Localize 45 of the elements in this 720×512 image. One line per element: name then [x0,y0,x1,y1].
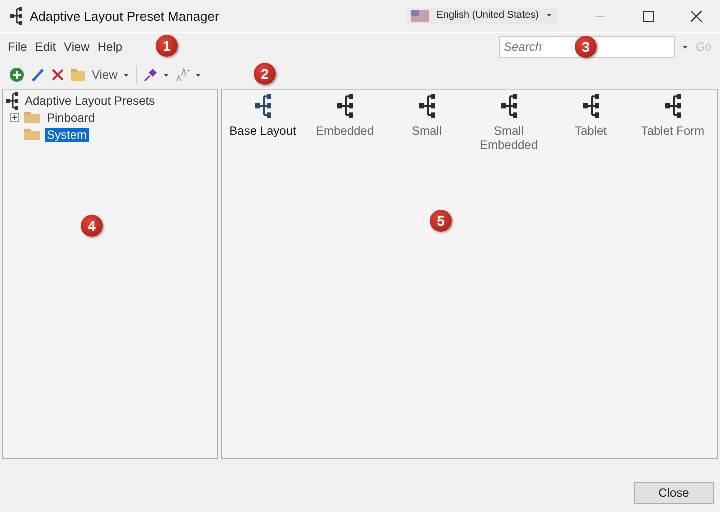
callout-badge: 1 [156,35,178,57]
caret-icon [683,46,688,48]
preset-item[interactable]: Tablet [553,124,629,138]
layout-icon [583,94,599,118]
font-dropdown-button[interactable] [176,68,201,82]
tree-icon [6,92,18,110]
preset-item[interactable]: Small Embedded [471,124,547,152]
menu-item[interactable]: Edit [31,38,60,56]
preset-item[interactable]: Tablet Form [635,124,711,138]
pencil-icon[interactable] [31,68,45,82]
flag-icon [410,10,429,22]
maximize-icon [642,10,654,22]
layout-icon [501,94,517,118]
menu-item[interactable]: Help [94,38,127,56]
menu-item[interactable]: View [60,38,94,56]
tree-item[interactable]: System [45,128,90,142]
layout-icon [665,94,681,118]
language-selector[interactable]: English (United States) [406,8,558,24]
caret-icon [547,14,552,17]
close-icon [690,10,702,22]
view-menu-button[interactable]: View [92,68,129,82]
add-icon[interactable] [10,68,24,82]
caret-icon [164,74,169,76]
layout-icon [419,94,435,118]
menu-item[interactable]: File [4,38,32,56]
preset-item[interactable]: Small [389,124,465,138]
close-button[interactable]: Close [634,482,714,504]
layout-icon [337,94,353,118]
folder-icon [24,129,40,140]
font-size-icon [176,68,190,82]
app-icon [10,7,22,25]
caret-icon [196,74,201,76]
window-title: Adaptive Layout Preset Manager [30,8,220,24]
callout-badge: 2 [254,63,276,85]
caret-icon [124,74,129,76]
tree-item[interactable]: Adaptive Layout Presets [23,94,158,108]
pin-dropdown-button[interactable] [144,68,169,82]
layout-icon [255,94,271,118]
tree-item[interactable]: Pinboard [45,110,98,124]
preset-item[interactable]: Embedded [307,124,383,138]
delete-icon[interactable] [52,69,64,81]
folder-icon [24,112,40,123]
pin-icon [144,68,158,82]
preset-item[interactable]: Base Layout [225,124,301,138]
expander-icon[interactable] [10,113,19,122]
